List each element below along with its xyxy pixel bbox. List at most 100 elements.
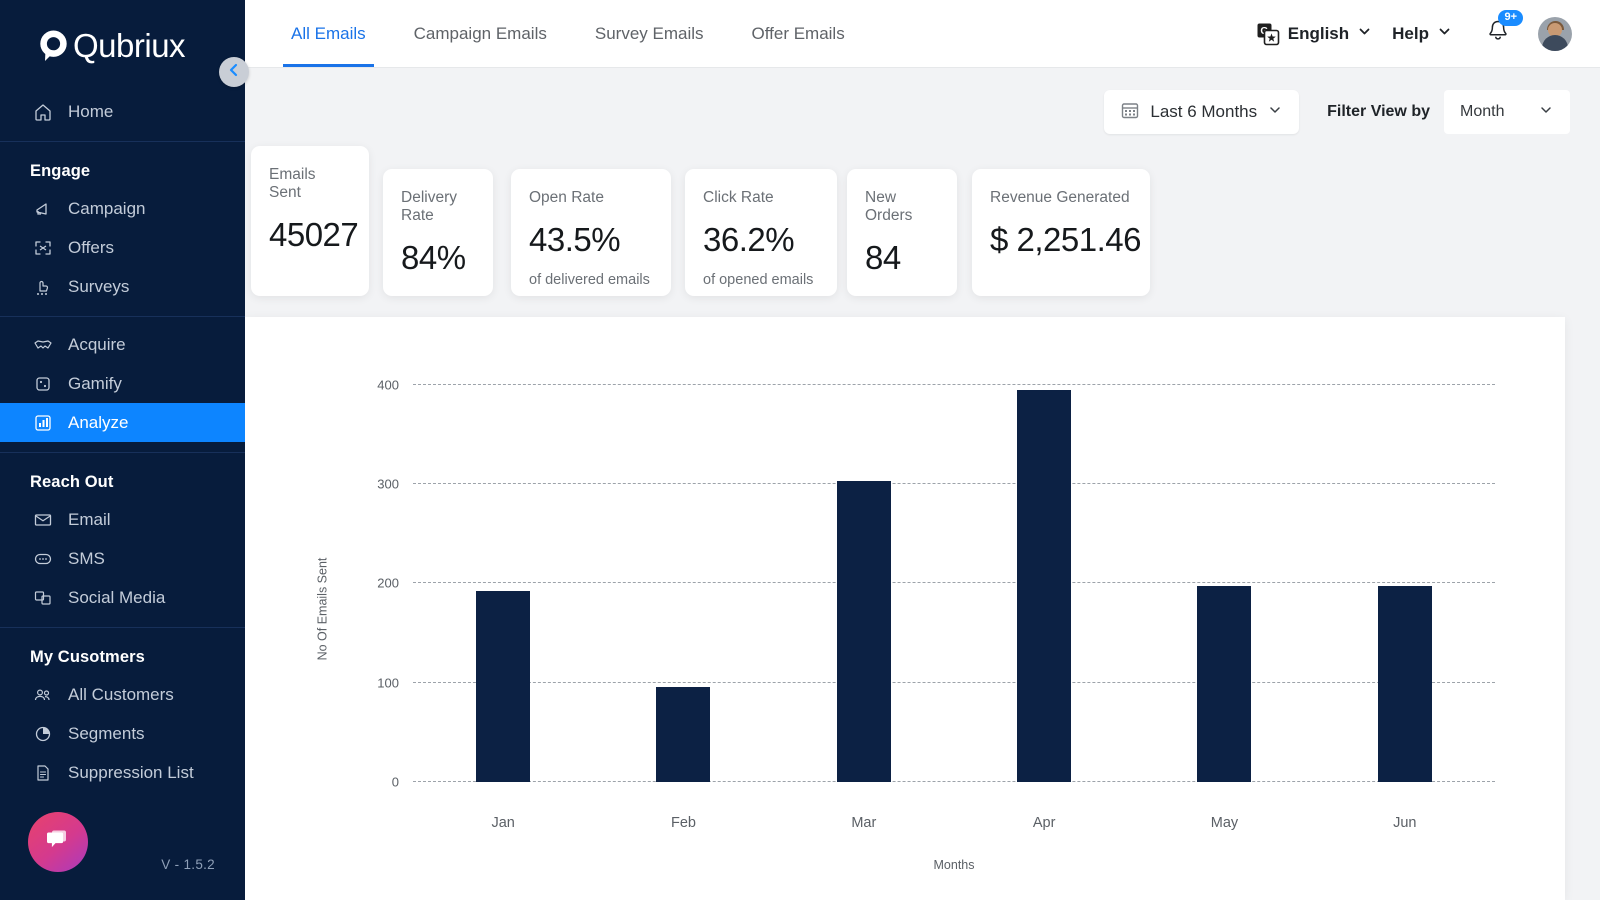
chevron-left-icon [227,63,241,82]
calendar-icon [1120,100,1140,125]
sidebar-item-suppression-list[interactable]: Suppression List [0,753,245,792]
brand-logo[interactable]: Qubriux [0,0,245,92]
chart-bar[interactable] [1017,390,1071,782]
filter-bar: Last 6 Months Filter View by Month [245,68,1600,134]
chart-bar[interactable] [656,687,710,782]
chat-widget-button[interactable] [28,812,88,872]
sidebar-item-all-customers[interactable]: All Customers [0,675,245,714]
sidebar-collapse-button[interactable] [219,57,249,87]
sidebar-group-growth: Acquire Gamify Analyze [0,316,245,452]
kpi-card-revenue-generated: Revenue Generated $ 2,251.46 [972,169,1150,296]
chevron-down-icon [1267,102,1283,123]
sidebar-item-surveys[interactable]: Surveys [0,267,245,306]
notifications-button[interactable]: 9+ [1484,17,1512,50]
filter-view-by-value: Month [1460,103,1504,121]
kpi-value: 84 [865,239,939,277]
kpi-label: Click Rate [703,189,819,207]
help-menu[interactable]: Help [1382,24,1462,44]
kpi-sublabel: of delivered emails [529,272,653,288]
chart-y-tick-label: 300 [377,477,399,492]
kpi-card-open-rate: Open Rate 43.5% of delivered emails [511,169,671,296]
chevron-down-icon [1437,24,1452,44]
tab-survey-emails[interactable]: Survey Emails [571,0,728,67]
date-range-label: Last 6 Months [1150,102,1257,122]
chart-y-tick-label: 100 [377,675,399,690]
chart-x-tick-label: Apr [954,815,1134,831]
sidebar-group-title-customers: My Cusotmers [0,636,245,675]
sidebar-item-email[interactable]: Email [0,500,245,539]
kpi-value: 36.2% [703,221,819,259]
kpi-card-click-rate: Click Rate 36.2% of opened emails [685,169,837,296]
emails-sent-chart-card: No Of Emails Sent 0100200300400 JanFebMa… [245,317,1565,900]
kpi-card-delivery-rate: Delivery Rate 84% [383,169,493,296]
kpi-card-emails-sent: Emails Sent 45027 [251,146,369,296]
sidebar: Qubriux Home Engage [0,0,245,900]
tab-label: Survey Emails [595,24,704,44]
chart-bars: JanFebMarAprMayJun [413,370,1495,782]
chevron-down-icon [1538,102,1554,123]
chart-bar-slot: Feb [593,370,773,782]
sidebar-group-title-reachout: Reach Out [0,461,245,500]
language-label: English [1288,24,1349,44]
dice-icon [32,373,54,395]
kpi-sublabel: of opened emails [703,272,819,288]
sidebar-item-label: Home [68,102,113,122]
sidebar-item-label: All Customers [68,685,174,705]
tab-offer-emails[interactable]: Offer Emails [728,0,869,67]
sidebar-item-offers[interactable]: Offers [0,228,245,267]
chart-bar[interactable] [476,591,530,782]
bar-chart-icon [32,412,54,434]
pie-chart-icon [32,723,54,745]
sidebar-item-campaign[interactable]: Campaign [0,189,245,228]
offer-tag-icon [32,237,54,259]
chart-x-tick-label: Feb [593,815,773,831]
chart-x-tick-label: May [1134,815,1314,831]
sidebar-item-label: Acquire [68,335,126,355]
sidebar-item-acquire[interactable]: Acquire [0,325,245,364]
sidebar-item-home[interactable]: Home [0,92,245,131]
tab-label: Offer Emails [752,24,845,44]
language-selector[interactable]: G English [1246,22,1382,46]
sidebar-item-label: Social Media [68,588,165,608]
megaphone-icon [32,198,54,220]
app-root: Qubriux Home Engage [0,0,1600,900]
sidebar-item-label: Segments [68,724,145,744]
chart-y-tick-label: 400 [377,377,399,392]
chart-bar[interactable] [1378,586,1432,782]
people-icon [32,684,54,706]
kpi-value: 43.5% [529,221,653,259]
sidebar-item-label: Email [68,510,111,530]
chart-bar[interactable] [837,481,891,782]
kpi-label: Revenue Generated [990,189,1132,207]
date-range-selector[interactable]: Last 6 Months [1104,90,1299,134]
filter-view-by-select[interactable]: Month [1444,90,1570,134]
sidebar-item-analyze[interactable]: Analyze [0,403,245,442]
sidebar-item-label: Gamify [68,374,122,394]
document-list-icon [32,762,54,784]
chart-bar-slot: May [1134,370,1314,782]
kpi-value: $ 2,251.46 [990,221,1132,259]
chart-plot-area: 0100200300400 JanFebMarAprMayJun [413,370,1495,782]
sidebar-item-social-media[interactable]: Social Media [0,578,245,617]
handshake-icon [32,334,54,356]
avatar-body [1542,35,1568,51]
tab-label: All Emails [291,24,366,44]
kpi-label: New Orders [865,189,939,225]
sidebar-item-label: Surveys [68,277,129,297]
social-media-icon [32,587,54,609]
avatar[interactable] [1538,17,1572,51]
sidebar-item-label: Campaign [68,199,146,219]
chart-bar-slot: Jun [1315,370,1495,782]
chart-bar[interactable] [1197,586,1251,782]
sidebar-group-reachout: Reach Out Email SMS Social Media [0,452,245,627]
kpi-label: Emails Sent [269,166,351,202]
sidebar-item-sms[interactable]: SMS [0,539,245,578]
tab-campaign-emails[interactable]: Campaign Emails [390,0,571,67]
sidebar-item-gamify[interactable]: Gamify [0,364,245,403]
sidebar-item-segments[interactable]: Segments [0,714,245,753]
envelope-icon [32,509,54,531]
sidebar-group-title-engage: Engage [0,150,245,189]
chevron-down-icon [1357,24,1372,44]
tab-all-emails[interactable]: All Emails [267,0,390,67]
app-version: V - 1.5.2 [161,857,215,872]
